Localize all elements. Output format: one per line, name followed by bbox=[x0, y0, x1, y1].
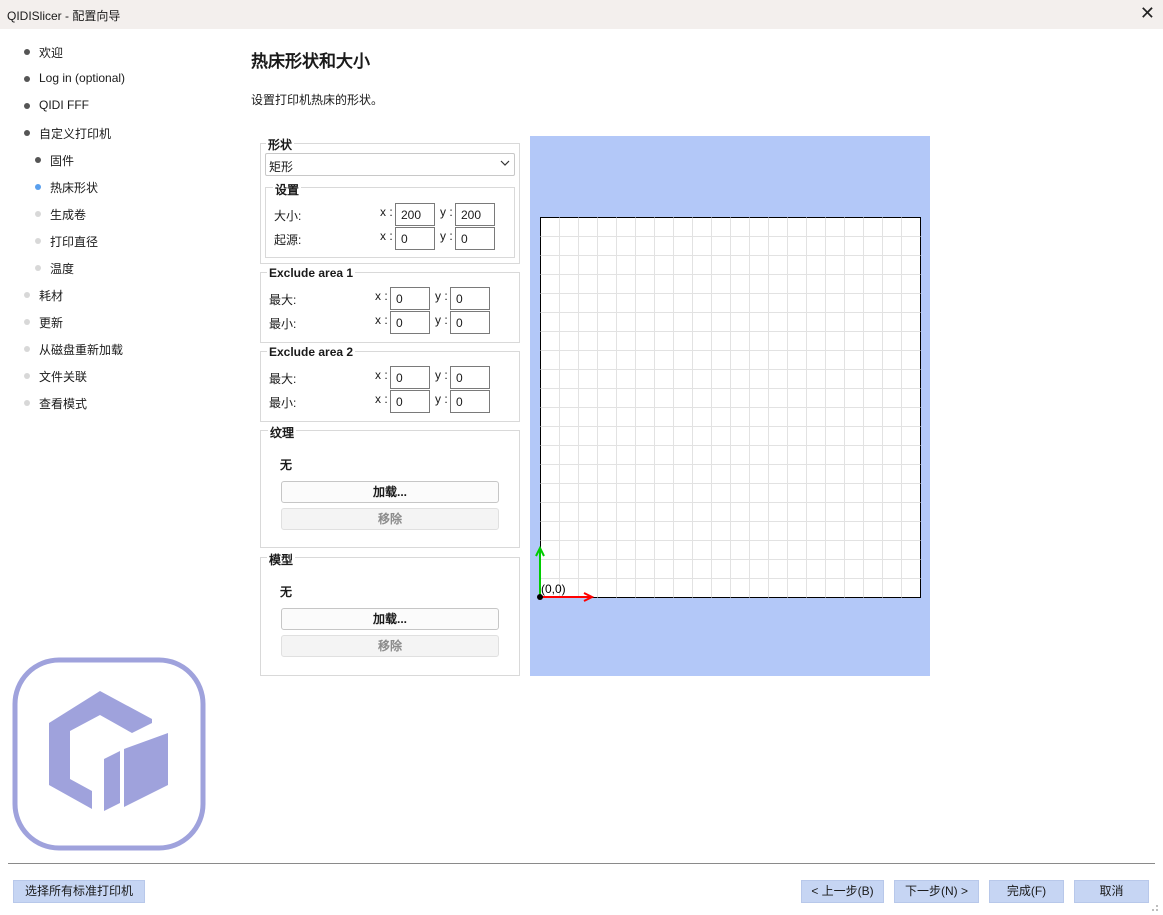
page-title: 热床形状和大小 bbox=[251, 52, 370, 71]
origin-label: 起源: bbox=[274, 233, 302, 247]
exclude2-min-y-field[interactable]: 0 bbox=[450, 390, 490, 413]
exclude1-min-label: 最小: bbox=[269, 317, 297, 331]
exclude2-max-x-axis-label: x : bbox=[375, 368, 388, 382]
exclude1-min-x-field[interactable]: 0 bbox=[390, 311, 430, 334]
exclude1-min-y-field[interactable]: 0 bbox=[450, 311, 490, 334]
back-button[interactable]: < 上一步(B) bbox=[801, 880, 884, 903]
origin-y-axis-label: y : bbox=[440, 229, 453, 243]
exclude1-max-x-axis-label: x : bbox=[375, 289, 388, 303]
bed-preview-canvas: (0,0) bbox=[535, 217, 921, 602]
bullet-icon bbox=[24, 130, 30, 136]
nav-item-view-mode[interactable]: 查看模式 bbox=[24, 395, 87, 412]
shape-select-value: 矩形 bbox=[269, 160, 294, 174]
window-title: QIDISlicer - 配置向导 bbox=[7, 9, 121, 23]
footer-separator bbox=[8, 863, 1155, 864]
texture-group-label: 纹理 bbox=[268, 424, 297, 441]
cancel-button[interactable]: 取消 bbox=[1074, 880, 1149, 903]
bullet-icon bbox=[24, 319, 30, 325]
origin-x-axis-label: x : bbox=[380, 229, 393, 243]
nav-item-custom-printer[interactable]: 自定义打印机 bbox=[24, 125, 111, 142]
texture-load-button[interactable]: 加载... bbox=[281, 481, 499, 503]
exclude2-min-label: 最小: bbox=[269, 396, 297, 410]
bed-grid bbox=[540, 217, 921, 598]
origin-label: (0,0) bbox=[541, 582, 566, 596]
bullet-icon bbox=[24, 76, 30, 82]
bullet-icon bbox=[35, 184, 41, 190]
nav-item-welcome[interactable]: 欢迎 bbox=[24, 44, 63, 61]
nav-item-updates[interactable]: 更新 bbox=[24, 314, 63, 331]
bullet-icon bbox=[35, 157, 41, 163]
bullet-icon bbox=[24, 346, 30, 352]
page-description: 设置打印机热床的形状。 bbox=[251, 93, 384, 107]
nav-item-print-diameter[interactable]: 打印直径 bbox=[35, 233, 98, 250]
bullet-icon bbox=[35, 211, 41, 217]
model-remove-button[interactable]: 移除 bbox=[281, 635, 499, 657]
select-all-printers-button[interactable]: 选择所有标准打印机 bbox=[13, 880, 145, 903]
model-value: 无 bbox=[280, 585, 293, 599]
exclude1-max-label: 最大: bbox=[269, 293, 297, 307]
size-y-axis-label: y : bbox=[440, 205, 453, 219]
title-bar: QIDISlicer - 配置向导 ✕ bbox=[0, 0, 1163, 29]
bed-preview: (0,0) bbox=[530, 136, 930, 676]
exclude2-max-y-field[interactable]: 0 bbox=[450, 366, 490, 389]
model-group-label: 模型 bbox=[267, 551, 296, 568]
bullet-icon bbox=[24, 400, 30, 406]
nav-item-firmware[interactable]: 固件 bbox=[35, 152, 74, 169]
nav-item-login[interactable]: Log in (optional) bbox=[24, 71, 125, 85]
nav-item-filament[interactable]: 耗材 bbox=[24, 287, 63, 304]
settings-group-label: 设置 bbox=[273, 181, 302, 198]
exclude-area-1-label: Exclude area 1 bbox=[267, 266, 356, 280]
nav-item-reload-from-disk[interactable]: 从磁盘重新加载 bbox=[24, 341, 123, 358]
exclude1-min-x-axis-label: x : bbox=[375, 313, 388, 327]
bullet-icon bbox=[35, 238, 41, 244]
exclude2-max-y-axis-label: y : bbox=[435, 368, 448, 382]
shape-group-label: 形状 bbox=[266, 136, 295, 153]
size-x-axis-label: x : bbox=[380, 205, 393, 219]
nav-item-qidi-fff[interactable]: QIDI FFF bbox=[24, 98, 89, 112]
exclude2-min-x-field[interactable]: 0 bbox=[390, 390, 430, 413]
exclude2-max-label: 最大: bbox=[269, 372, 297, 386]
finish-button[interactable]: 完成(F) bbox=[989, 880, 1064, 903]
exclude1-max-y-axis-label: y : bbox=[435, 289, 448, 303]
close-icon[interactable]: ✕ bbox=[1140, 3, 1155, 23]
bullet-icon bbox=[24, 292, 30, 298]
exclude2-min-y-axis-label: y : bbox=[435, 392, 448, 406]
qidi-logo-icon bbox=[12, 657, 206, 851]
origin-y-field[interactable]: 0 bbox=[455, 227, 495, 250]
exclude2-min-x-axis-label: x : bbox=[375, 392, 388, 406]
bullet-icon bbox=[24, 103, 30, 109]
size-label: 大小: bbox=[274, 209, 302, 223]
next-button[interactable]: 下一步(N) > bbox=[894, 880, 979, 903]
texture-remove-button[interactable]: 移除 bbox=[281, 508, 499, 530]
resize-grip-icon[interactable] bbox=[1149, 902, 1159, 912]
exclude1-min-y-axis-label: y : bbox=[435, 313, 448, 327]
size-x-field[interactable]: 200 bbox=[395, 203, 435, 226]
nav-item-bed-shape[interactable]: 热床形状 bbox=[35, 179, 98, 196]
nav-item-build-volume[interactable]: 生成卷 bbox=[35, 206, 86, 223]
exclude1-max-x-field[interactable]: 0 bbox=[390, 287, 430, 310]
exclude1-max-y-field[interactable]: 0 bbox=[450, 287, 490, 310]
nav-item-file-association[interactable]: 文件关联 bbox=[24, 368, 87, 385]
bullet-icon bbox=[35, 265, 41, 271]
bullet-icon bbox=[24, 49, 30, 55]
bullet-icon bbox=[24, 373, 30, 379]
size-y-field[interactable]: 200 bbox=[455, 203, 495, 226]
origin-x-field[interactable]: 0 bbox=[395, 227, 435, 250]
exclude-area-2-label: Exclude area 2 bbox=[267, 345, 356, 359]
nav-item-temperature[interactable]: 温度 bbox=[35, 260, 74, 277]
chevron-down-icon bbox=[500, 160, 510, 166]
texture-value: 无 bbox=[280, 458, 293, 472]
shape-select[interactable]: 矩形 bbox=[265, 153, 515, 176]
model-load-button[interactable]: 加载... bbox=[281, 608, 499, 630]
exclude2-max-x-field[interactable]: 0 bbox=[390, 366, 430, 389]
